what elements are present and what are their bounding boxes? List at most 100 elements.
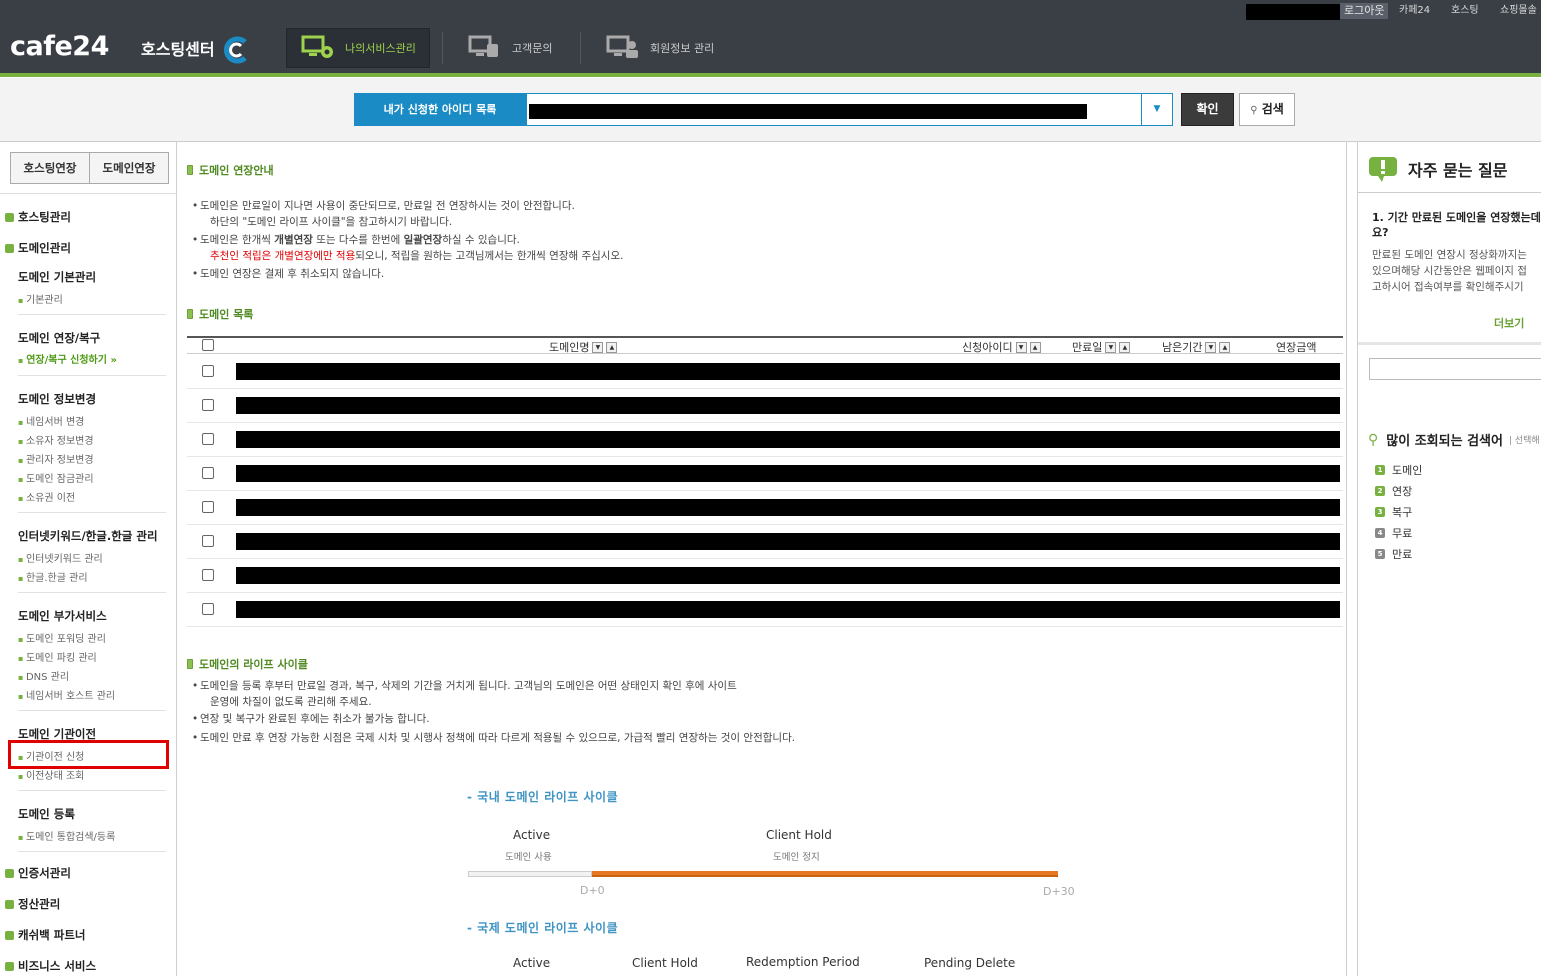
row-checkbox[interactable] [202, 365, 214, 377]
sort-desc-icon[interactable]: ▼ [1105, 341, 1117, 353]
top-link-hosting[interactable]: 호스팅 [1451, 4, 1479, 18]
sidebar-group-basic[interactable]: 도메인 기본관리 [18, 269, 96, 285]
sort-asc-icon[interactable]: ▲ [1119, 341, 1131, 353]
faq-search-input[interactable] [1369, 358, 1541, 380]
timeline-hold-bar [592, 871, 1058, 877]
row-checkbox[interactable] [202, 569, 214, 581]
nav-my-service[interactable]: 나의서비스관리 [286, 28, 430, 68]
cat-label: 정산관리 [18, 897, 61, 911]
sort-asc-icon[interactable]: ▲ [1029, 341, 1041, 353]
guide-line-4: 도메인 연장은 결제 후 취소되지 않습니다. [192, 266, 384, 282]
chevron-down-icon[interactable]: ▼ [1141, 94, 1172, 125]
id-select[interactable]: ▼ [526, 93, 1173, 126]
sidebar-group-register[interactable]: 도메인 등록 [18, 806, 75, 822]
table-row[interactable] [236, 567, 1340, 584]
confirm-button[interactable]: 확인 [1181, 93, 1234, 126]
tab-domain-renew[interactable]: 도메인연장 [89, 153, 168, 183]
sidebar-item-renew-apply[interactable]: 연장/복구 신청하기 » [18, 351, 117, 366]
sort-asc-icon[interactable]: ▲ [1219, 341, 1231, 353]
nav-customer-inquiry[interactable]: 고객문의 [454, 28, 574, 68]
cafe24-logo[interactable]: cafe24 [10, 32, 109, 62]
nav-label: 회원정보 관리 [650, 42, 715, 55]
sidebar-item-nameserver[interactable]: 네임서버 변경 [18, 413, 84, 428]
sidebar-item-transfer-status[interactable]: 이전상태 조회 [18, 767, 84, 782]
cat-label: 캐쉬백 파트너 [18, 928, 86, 942]
row-checkbox[interactable] [202, 433, 214, 445]
search-button[interactable]: ⚲ 검색 [1239, 93, 1295, 126]
text-red: 추천인 적립은 개별연장에만 적용 [210, 250, 356, 262]
sort-desc-icon[interactable]: ▼ [1205, 341, 1217, 353]
text: 또는 다수를 한번에 [312, 234, 404, 246]
sidebar-item-transfer-owner[interactable]: 소유권 이전 [18, 489, 75, 504]
sidebar-group-addon[interactable]: 도메인 부가서비스 [18, 608, 107, 624]
sidebar-group-keyword[interactable]: 인터넷키워드/한글.한글 관리 [18, 528, 158, 544]
table-row[interactable] [236, 465, 1340, 482]
sidebar-cat-cashback[interactable]: 캐쉬백 파트너 [5, 927, 85, 943]
search-icon: ⚲ [1250, 105, 1258, 116]
row-checkbox[interactable] [202, 535, 214, 547]
intl-stage-redemption: Redemption Period [746, 955, 860, 969]
row-checkbox[interactable] [202, 467, 214, 479]
text-bold: 일괄연장 [403, 234, 443, 246]
header-accent-bar [0, 73, 1541, 77]
table-row[interactable] [236, 601, 1340, 618]
nav-member-info[interactable]: 회원정보 관리 [592, 28, 732, 68]
stage-active: Active [513, 828, 551, 842]
cat-label: 호스팅관리 [18, 210, 71, 224]
cat-label: 인증서관리 [18, 866, 71, 880]
row-checkbox[interactable] [202, 603, 214, 615]
sidebar-item-search-register[interactable]: 도메인 통합검색/등록 [18, 828, 115, 843]
popular-keyword-5[interactable]: 5 만료 [1375, 546, 1412, 562]
popular-keyword-2[interactable]: 2 연장 [1375, 483, 1412, 499]
sidebar-item-parking[interactable]: 도메인 파킹 관리 [18, 649, 97, 664]
sidebar-group-info[interactable]: 도메인 정보변경 [18, 391, 96, 407]
table-row[interactable] [236, 499, 1340, 516]
row-checkbox[interactable] [202, 501, 214, 513]
bullet-icon [5, 243, 14, 253]
sidebar-item-admin-info[interactable]: 관리자 정보변경 [18, 451, 94, 466]
table-row[interactable] [236, 431, 1340, 448]
q-line: 1. 기간 만료된 도메인을 연장했는데 [1372, 211, 1541, 224]
sidebar-item-lock[interactable]: 도메인 잠금관리 [18, 470, 94, 485]
table-row[interactable] [236, 363, 1340, 380]
top-link-shopping[interactable]: 쇼핑몰솔 [1500, 4, 1537, 18]
sidebar-item-dns[interactable]: DNS 관리 [18, 668, 69, 683]
kw-label: 만료 [1392, 548, 1413, 561]
search-icon: ⚲ [1368, 431, 1379, 448]
tab-hosting-renew[interactable]: 호스팅연장 [11, 153, 89, 183]
row-checkbox[interactable] [202, 399, 214, 411]
row-divider [187, 388, 1343, 389]
sidebar-cat-domain[interactable]: 도메인관리 [5, 240, 71, 256]
sidebar-item-forwarding[interactable]: 도메인 포워딩 관리 [18, 630, 106, 645]
faq-question-1[interactable]: 1. 기간 만료된 도메인을 연장했는데 요? [1372, 210, 1541, 240]
sidebar-item-korean[interactable]: 한글.한글 관리 [18, 569, 88, 584]
popular-keyword-1[interactable]: 1 도메인 [1375, 462, 1422, 478]
sidebar-cat-billing[interactable]: 정산관리 [5, 896, 60, 912]
table-row[interactable] [236, 397, 1340, 414]
sidebar-item-ns-host[interactable]: 네임서버 호스트 관리 [18, 687, 115, 702]
main-header: cafe24 호스팅센터 나의서비스관리 고객문의 회원정보 관리 [0, 22, 1541, 77]
table-row[interactable] [236, 533, 1340, 550]
popular-keyword-3[interactable]: 3 복구 [1375, 504, 1412, 520]
id-search-row: 내가 신청한 아이디 목록 ▼ 확인 ⚲ 검색 [0, 78, 1541, 142]
sidebar-cat-business[interactable]: 비즈니스 서비스 [5, 958, 96, 974]
d0-label: D+0 [580, 884, 605, 897]
sort-asc-icon[interactable]: ▲ [606, 341, 618, 353]
top-link-cafe24[interactable]: 카페24 [1399, 4, 1430, 18]
faq-more-link[interactable]: 더보기 [1494, 315, 1524, 331]
sidebar-cat-hosting[interactable]: 호스팅관리 [5, 209, 71, 225]
stage-client-hold-sub: 도메인 정지 [773, 852, 820, 863]
sidebar-cat-cert[interactable]: 인증서관리 [5, 865, 71, 881]
sidebar-group-renew[interactable]: 도메인 연장/복구 [18, 330, 100, 346]
sort-desc-icon[interactable]: ▼ [592, 341, 604, 353]
popular-keyword-4[interactable]: 4 무료 [1375, 525, 1412, 541]
select-all-checkbox[interactable] [202, 339, 214, 351]
row-divider [187, 626, 1343, 627]
section-bullet-icon [187, 309, 193, 319]
sort-desc-icon[interactable]: ▼ [1015, 341, 1027, 353]
sidebar-item-owner-info[interactable]: 소유자 정보변경 [18, 432, 94, 447]
life-line-1: 도메인을 등록 후부터 만료일 경과, 복구, 삭제의 기간을 거치게 됩니다.… [192, 678, 737, 694]
sidebar-item-basic-manage[interactable]: 기본관리 [18, 291, 63, 306]
sidebar-item-keyword[interactable]: 인터넷키워드 관리 [18, 550, 103, 565]
logout-link[interactable]: 로그아웃 [1340, 3, 1389, 19]
